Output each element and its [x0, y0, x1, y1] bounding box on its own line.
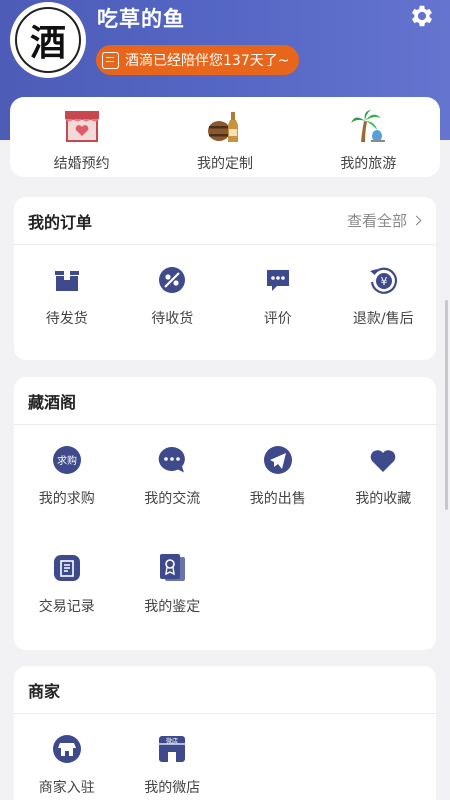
paper-plane-icon: [263, 446, 292, 474]
cellar-card: 藏酒阁 求购 我的求购 我的交流 我的出售 我的收藏 交易记录 我的鉴定: [14, 377, 436, 650]
quick-link-label: 我的旅游: [340, 156, 397, 172]
purchase-icon-text: 求购: [57, 454, 77, 467]
avatar-text: 酒: [15, 7, 81, 73]
barrel-bottle-icon: [207, 112, 238, 142]
cellar-item-label: 我的交流: [144, 491, 201, 507]
order-item-label: 待收货: [151, 311, 194, 327]
orders-header: 我的订单 查看全部: [14, 197, 436, 245]
orders-title: 我的订单: [28, 212, 93, 232]
username: 吃草的鱼: [97, 7, 185, 31]
delivery-icon: [159, 267, 186, 293]
merchant-item-label: 我的微店: [144, 780, 201, 796]
micro-store-icon-text: 微店: [166, 737, 178, 745]
order-pending-receipt[interactable]: 待收货: [120, 245, 226, 353]
svg-text:¥: ¥: [381, 275, 388, 288]
order-refund[interactable]: ¥ 退款/售后: [331, 245, 437, 353]
store-icon: [52, 735, 81, 763]
merchant-join[interactable]: 商家入驻: [14, 714, 120, 800]
cellar-item-label: 我的收藏: [355, 491, 412, 507]
avatar[interactable]: 酒: [10, 2, 86, 78]
merchant-card: 商家 商家入驻 微店 我的微店: [14, 666, 436, 800]
view-all-label: 查看全部: [346, 212, 407, 230]
merchant-micro-store[interactable]: 微店 我的微店: [120, 714, 226, 800]
merchant-item-label: 商家入驻: [38, 780, 95, 796]
quick-links-card: 结婚预约 我的定制 我的旅游: [10, 97, 440, 177]
micro-store-icon: 微店: [159, 736, 186, 762]
scrollbar[interactable]: [445, 300, 448, 510]
cellar-purchase[interactable]: 求购 我的求购: [14, 425, 120, 533]
order-review[interactable]: 评价: [225, 245, 331, 353]
companion-days-badge: 酒滴已经陪伴您137天了~: [96, 45, 300, 75]
order-item-label: 评价: [263, 311, 292, 327]
cellar-item-label: 我的鉴定: [144, 599, 201, 615]
quick-link-wedding[interactable]: 结婚预约: [10, 97, 153, 177]
record-icon: [53, 555, 80, 581]
merchant-header: 商家: [14, 666, 436, 714]
purchase-icon: 求购: [52, 446, 81, 474]
chevron-right-icon: [411, 215, 422, 226]
quick-link-travel[interactable]: 我的旅游: [297, 97, 440, 177]
cellar-favorites[interactable]: 我的收藏: [331, 425, 437, 533]
quick-link-label: 我的定制: [196, 156, 253, 172]
refund-icon: ¥: [370, 267, 398, 294]
cellar-sell[interactable]: 我的出售: [225, 425, 331, 533]
gear-icon[interactable]: [408, 2, 436, 30]
wedding-shop-icon: [64, 111, 99, 142]
cellar-appraisal[interactable]: 我的鉴定: [120, 533, 226, 641]
merchant-title: 商家: [28, 681, 61, 701]
cellar-chat[interactable]: 我的交流: [120, 425, 226, 533]
message-icon: [102, 51, 119, 69]
quick-link-label: 结婚预约: [53, 156, 110, 172]
order-item-label: 退款/售后: [352, 311, 414, 327]
orders-card: 我的订单 查看全部 待发货 待收货 评价 ¥ 退款/售后: [14, 197, 436, 360]
order-item-label: 待发货: [45, 311, 88, 327]
view-all-orders-link[interactable]: 查看全部: [346, 210, 422, 231]
order-pending-shipment[interactable]: 待发货: [14, 245, 120, 353]
chat-icon: [158, 446, 186, 473]
cellar-item-label: 我的求购: [38, 491, 95, 507]
box-icon: [54, 271, 79, 291]
comment-icon: [266, 270, 289, 291]
cellar-item-label: 我的出售: [249, 491, 306, 507]
badge-text: 酒滴已经陪伴您137天了~: [125, 53, 290, 69]
palm-tree-icon: [351, 110, 386, 142]
cellar-header: 藏酒阁: [14, 377, 436, 425]
heart-icon: [370, 450, 396, 472]
cellar-trade-records[interactable]: 交易记录: [14, 533, 120, 641]
cellar-title: 藏酒阁: [28, 392, 77, 412]
quick-link-custom[interactable]: 我的定制: [153, 97, 296, 177]
cellar-item-label: 交易记录: [38, 599, 95, 615]
certificate-icon: [160, 554, 186, 581]
